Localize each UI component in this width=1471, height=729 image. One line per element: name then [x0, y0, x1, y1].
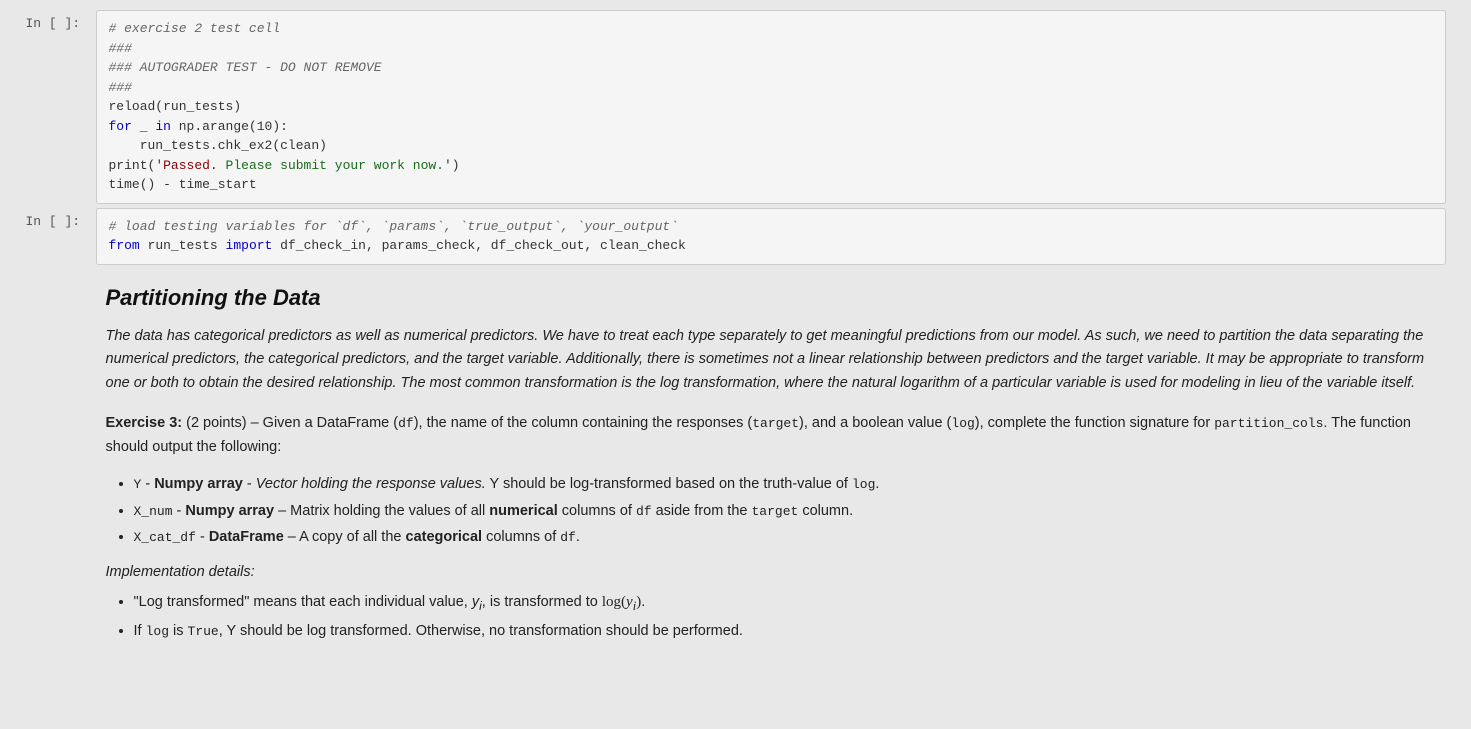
output-bullets: Y - Numpy array - Vector holding the res… [106, 472, 1426, 550]
exercise-points-text: (2 points) – Given a DataFrame (df), the… [106, 415, 1412, 455]
cell-1-code[interactable]: # exercise 2 test cell ### ### AUTOGRADE… [96, 10, 1446, 204]
log-ref: log [852, 477, 875, 492]
categorical-bold: categorical [406, 529, 483, 545]
markdown-section: Partitioning the Data The data has categ… [16, 269, 1456, 668]
keyword: for [109, 119, 132, 134]
comment: ### [109, 41, 132, 56]
impl-bullet-1: "Log transformed" means that each indivi… [134, 590, 1426, 617]
code-line: # load testing variables for `df`, `para… [109, 217, 1433, 237]
code-line: # exercise 2 test cell [109, 19, 1433, 39]
keyword: import [226, 238, 273, 253]
function: print [109, 158, 148, 173]
y-desc: Vector holding the response values. [256, 476, 486, 492]
impl-bullets: "Log transformed" means that each indivi… [106, 590, 1426, 644]
code-line: run_tests.chk_ex2(clean) [109, 136, 1433, 156]
please-text: Please submit your work now. [226, 158, 444, 173]
numerical-bold: numerical [489, 503, 558, 519]
notebook-container: In [ ]: # exercise 2 test cell ### ### A… [16, 10, 1456, 668]
cell-2-wrapper: In [ ]: # load testing variables for `df… [16, 208, 1456, 265]
xnum-type: Numpy array [185, 503, 274, 519]
xcatdf-type: DataFrame [209, 529, 284, 545]
intro-paragraph: The data has categorical predictors as w… [106, 325, 1426, 397]
comment: ### [109, 80, 132, 95]
y-type: Numpy array [154, 476, 243, 492]
cell-1-wrapper: In [ ]: # exercise 2 test cell ### ### A… [16, 10, 1456, 204]
code-line: ### [109, 39, 1433, 59]
partition-cols-code: partition_cols [1214, 416, 1323, 431]
df-ref: df [636, 504, 652, 519]
comment: # exercise 2 test cell [109, 21, 281, 36]
xnum-code: X_num [134, 504, 173, 519]
target-ref: target [751, 504, 798, 519]
log-math: log(yi) [602, 594, 641, 610]
comment: ### AUTOGRADER TEST - DO NOT REMOVE [109, 60, 382, 75]
cell-2-code[interactable]: # load testing variables for `df`, `para… [96, 208, 1446, 265]
log-code: log [951, 416, 974, 431]
passed-text: Passed. [163, 158, 225, 173]
keyword: in [155, 119, 171, 134]
cell-2-label: In [ ]: [26, 208, 96, 229]
bullet-xnum: X_num - Numpy array – Matrix holding the… [134, 499, 1426, 524]
target-code: target [752, 416, 799, 431]
impl-bullet-2: If log is True, Y should be log transfor… [134, 619, 1426, 644]
true-code: True [188, 624, 219, 639]
bullet-xcatdf: X_cat_df - DataFrame – A copy of all the… [134, 525, 1426, 550]
keyword: from [109, 238, 140, 253]
bullet-y: Y - Numpy array - Vector holding the res… [134, 472, 1426, 497]
code-line: time() - time_start [109, 175, 1433, 195]
y-code: Y [134, 477, 142, 492]
code-line: ### AUTOGRADER TEST - DO NOT REMOVE [109, 58, 1433, 78]
section-title: Partitioning the Data [106, 285, 1426, 311]
code-line: for _ in np.arange(10): [109, 117, 1433, 137]
code-line: from run_tests import df_check_in, param… [109, 236, 1433, 256]
df-code: df [398, 416, 414, 431]
code-line: ### [109, 78, 1433, 98]
xcatdf-code: X_cat_df [134, 530, 196, 545]
log-true-code: log [146, 624, 169, 639]
impl-header: Implementation details: [106, 564, 1426, 580]
exercise-label: Exercise 3: [106, 415, 183, 431]
code-line: print('Passed. Please submit your work n… [109, 156, 1433, 176]
cell-1-label: In [ ]: [26, 10, 96, 31]
comment: # load testing variables for `df`, `para… [109, 219, 679, 234]
yi-italic: yi [472, 594, 482, 610]
exercise-description: Exercise 3: (2 points) – Given a DataFra… [106, 412, 1426, 460]
code-line: reload(run_tests) [109, 97, 1433, 117]
df-ref2: df [560, 530, 576, 545]
